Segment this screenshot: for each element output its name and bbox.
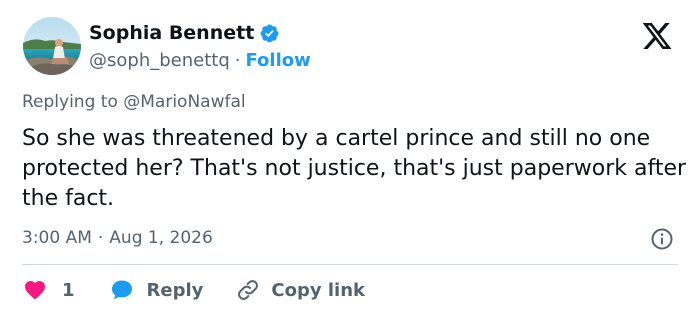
post-timestamp[interactable]: 3:00 AM · Aug 1, 2026 [22,228,213,248]
like-count: 1 [62,279,75,301]
follow-button[interactable]: Follow [245,50,310,71]
reply-label: Reply [146,279,204,301]
timestamp-separator: · [97,228,104,248]
author-handle[interactable]: @soph_benettq [89,50,230,71]
link-icon [235,278,261,302]
post-date: Aug 1, 2026 [109,228,213,248]
author-name-row: Sophia Bennett [89,20,280,46]
verified-badge-icon [259,23,280,44]
speech-bubble-icon [109,278,135,302]
avatar[interactable] [23,17,81,75]
divider [22,264,678,265]
author-handle-row: @soph_benettq · Follow [89,48,311,72]
copy-link-button[interactable]: Copy link [235,278,365,302]
post-text: So she was threatened by a cartel prince… [22,126,687,211]
author-name[interactable]: Sophia Bennett [89,22,254,44]
action-bar: 1 Reply Copy link [22,276,365,304]
separator-dot: · [234,49,241,71]
reply-context: Replying to @MarioNawfal [22,92,246,112]
reply-button[interactable]: Reply [109,278,204,302]
heart-icon [22,278,48,302]
avatar-image [23,17,81,75]
x-logo-icon[interactable] [640,20,674,52]
like-button[interactable]: 1 [22,278,75,302]
post-time: 3:00 AM [22,228,92,248]
reply-context-mention[interactable]: @MarioNawfal [123,92,245,112]
copy-link-label: Copy link [271,279,365,301]
reply-context-prefix: Replying to [22,92,118,112]
info-icon[interactable] [650,227,674,251]
